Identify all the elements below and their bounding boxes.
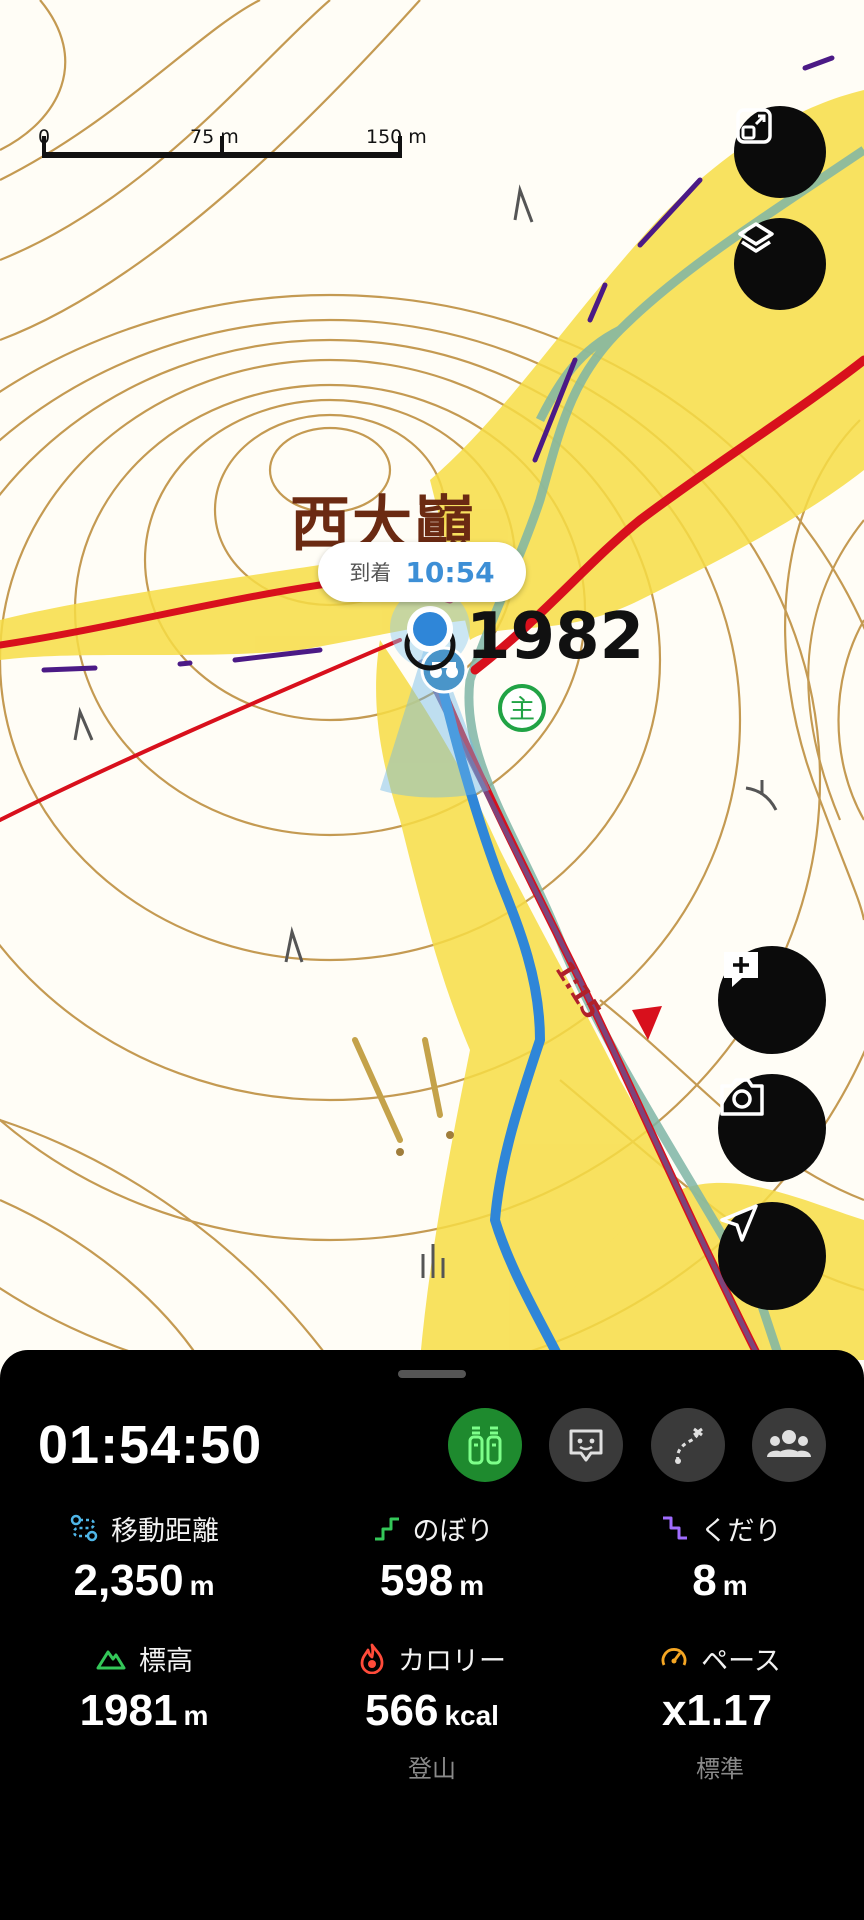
speedometer-icon xyxy=(661,1648,687,1666)
stat-pace: ペース x1.17 標準 xyxy=(576,1640,864,1784)
stat-ascent-label: のぼり xyxy=(412,1515,494,1547)
scale-label-75: 75 m xyxy=(190,126,239,148)
stat-distance: 移動距離 2,350 m xyxy=(0,1510,288,1611)
stat-distance-unit: m xyxy=(189,1570,215,1601)
stat-calories-label: カロリー xyxy=(398,1645,506,1677)
layers-button[interactable] xyxy=(734,218,826,310)
stat-ascent: のぼり 598 m xyxy=(288,1510,576,1611)
route-icon xyxy=(675,1427,703,1464)
chat-mode-button[interactable] xyxy=(549,1408,623,1482)
stat-pace-rating: 標準 xyxy=(696,1755,744,1783)
add-note-button[interactable] xyxy=(718,946,826,1054)
stat-calories-value: 566 xyxy=(365,1686,439,1735)
add-comment-icon xyxy=(724,952,758,987)
arrival-time: 10:54 xyxy=(405,555,495,589)
distance-icon xyxy=(70,1514,98,1542)
expand-icon xyxy=(736,108,772,144)
drag-handle[interactable] xyxy=(398,1370,466,1378)
hiking-mode-button[interactable] xyxy=(448,1408,522,1482)
navigation-arrow-icon xyxy=(720,1204,758,1242)
route-mode-button[interactable] xyxy=(651,1408,725,1482)
flame-icon xyxy=(360,1643,384,1674)
layers-icon xyxy=(738,222,774,253)
map-view[interactable]: 主 0 75 m 150 m 西大巓 1982 到着 10:54 1:15 xyxy=(0,0,864,1360)
elapsed-time: 01:54:50 xyxy=(38,1415,263,1475)
stat-descent-value: 8 xyxy=(692,1556,717,1605)
stat-ascent-unit: m xyxy=(459,1570,485,1601)
arrival-bubble[interactable]: 到着 10:54 xyxy=(318,542,526,602)
ascent-icon xyxy=(374,1517,399,1541)
stat-calories: カロリー 566 kcal 登山 xyxy=(288,1640,576,1784)
camera-icon xyxy=(720,1078,764,1116)
stat-elevation-unit: m xyxy=(183,1700,209,1731)
group-mode-button[interactable] xyxy=(752,1408,826,1482)
arrival-label: 到着 xyxy=(349,561,392,585)
descent-icon xyxy=(662,1516,687,1540)
stat-descent: くだり 8m xyxy=(576,1510,864,1611)
location-button[interactable] xyxy=(718,1202,826,1310)
stat-descent-unit: m xyxy=(722,1570,748,1601)
stat-ascent-value: 598 xyxy=(379,1556,454,1605)
stat-distance-label: 移動距離 xyxy=(111,1515,219,1547)
stat-descent-label: くだり xyxy=(700,1515,782,1547)
svg-text:主: 主 xyxy=(509,695,535,725)
scale-label-150: 150 m xyxy=(366,126,427,148)
stat-elevation-label: 標高 xyxy=(139,1645,193,1677)
elevation-label: 1982 xyxy=(466,600,645,674)
stat-elevation-value: 1981 xyxy=(79,1686,178,1735)
stat-pace-label: ペース xyxy=(701,1645,781,1677)
group-icon xyxy=(767,1430,811,1457)
fullscreen-button[interactable] xyxy=(734,106,826,198)
chat-bubble-icon xyxy=(569,1429,603,1462)
stat-elevation: 標高 1981 m xyxy=(0,1640,288,1741)
hiker-icon xyxy=(468,1426,502,1465)
mountain-icon xyxy=(96,1650,126,1670)
activity-panel: 01:54:50 移動距離 2,350 m のぼり 598 m くだり 8 m … xyxy=(0,1350,864,1920)
stat-calories-unit: kcal xyxy=(444,1700,499,1731)
stat-calories-activity: 登山 xyxy=(408,1755,456,1783)
camera-button[interactable] xyxy=(718,1074,826,1182)
scale-label-0: 0 xyxy=(38,126,51,148)
stat-distance-value: 2,350 xyxy=(73,1556,184,1605)
stat-pace-value: x1.17 xyxy=(661,1686,773,1735)
